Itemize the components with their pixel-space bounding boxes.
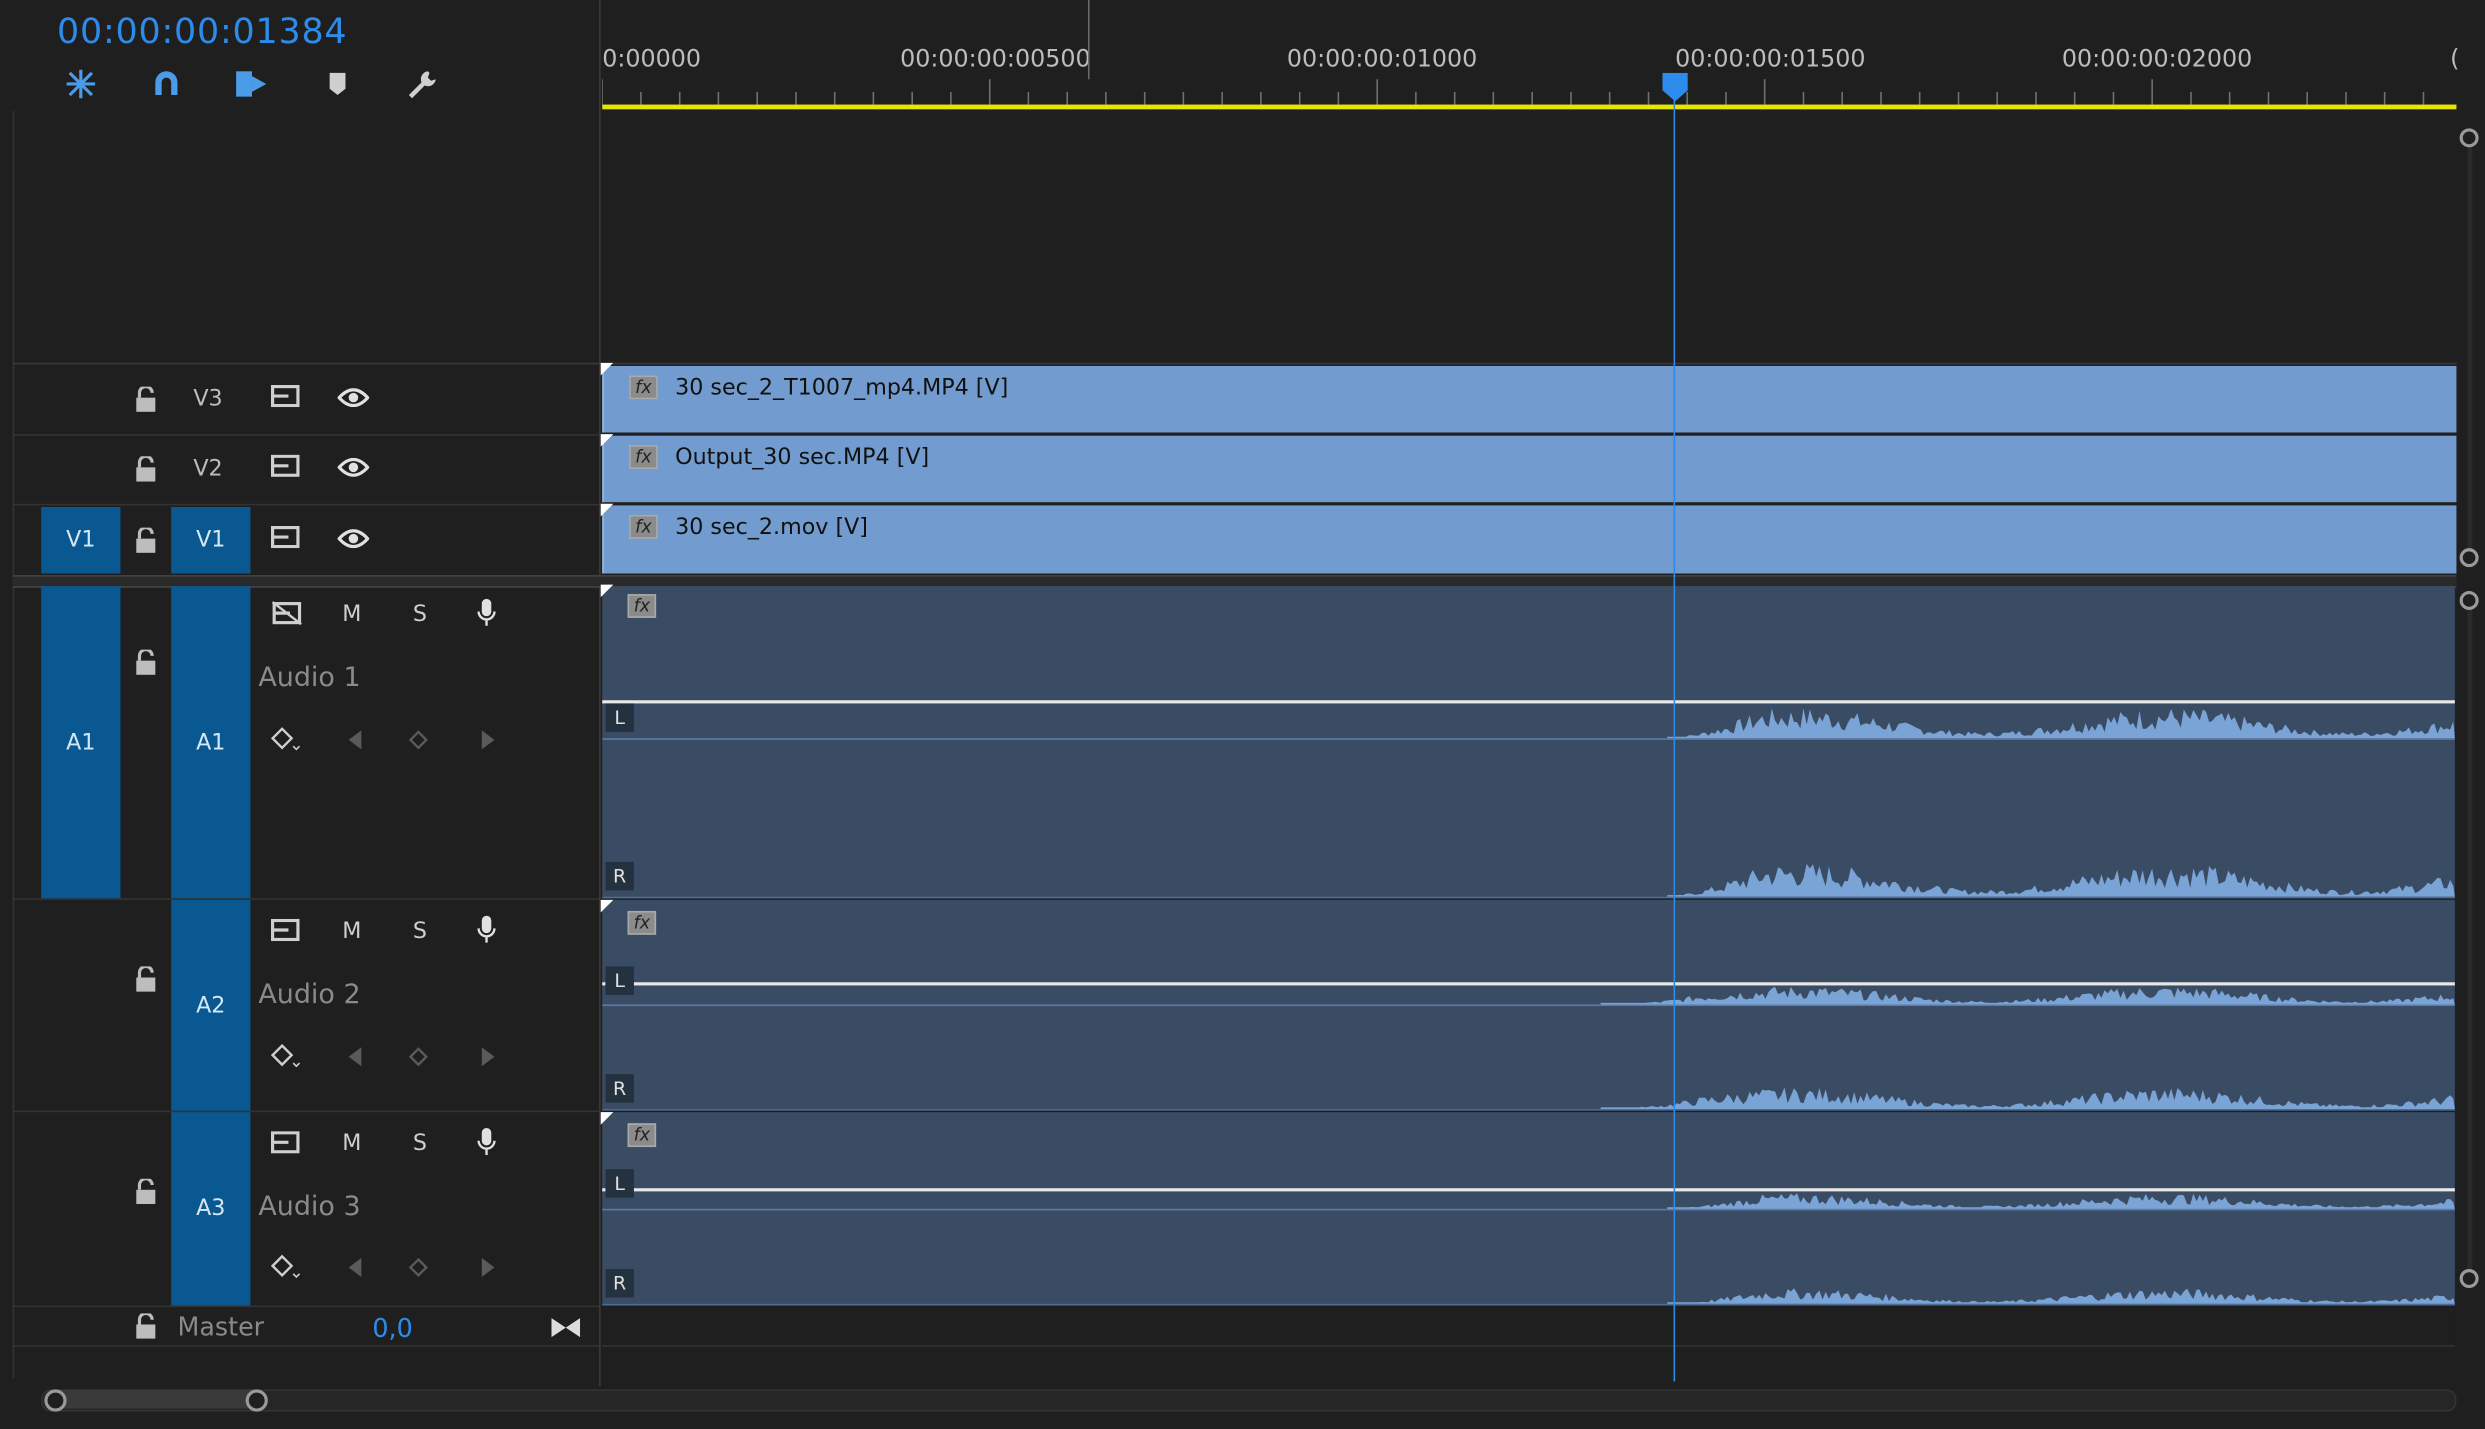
clip-name: 30 sec_2.mov [V]	[675, 514, 868, 541]
magnet-icon[interactable]	[143, 63, 191, 104]
source-patch-a1[interactable]: A1	[41, 586, 121, 899]
lock-icon[interactable]	[130, 646, 162, 678]
zoom-scroll-track[interactable]	[41, 1389, 2457, 1412]
audio-scroll-top-handle[interactable]	[2459, 590, 2479, 610]
zoom-scroll-thumb[interactable]	[53, 1389, 260, 1409]
marker-icon[interactable]	[314, 63, 362, 104]
timeline-toolbar	[57, 63, 447, 104]
track-name-a3[interactable]: Audio 3	[258, 1191, 360, 1223]
mute-button[interactable]: M	[336, 1128, 368, 1160]
video-clip-v2[interactable]: fx Output_30 sec.MP4 [V]	[602, 435, 2457, 503]
lock-icon[interactable]	[130, 383, 162, 415]
lock-icon[interactable]	[130, 453, 162, 485]
solo-button[interactable]: S	[404, 1128, 436, 1160]
track-header-a2: A2 M S Audio 2	[12, 899, 600, 1113]
eye-icon[interactable]	[336, 453, 371, 482]
fx-badge[interactable]: fx	[629, 445, 658, 469]
keyframe-toggle-icon[interactable]	[269, 1041, 304, 1073]
solo-button[interactable]: S	[404, 916, 436, 948]
waveform-a1	[1667, 708, 2455, 897]
playhead-line[interactable]	[1673, 95, 1676, 1382]
fx-badge[interactable]: fx	[629, 514, 658, 539]
solo-button[interactable]: S	[404, 599, 436, 631]
keyframe-toggle-icon[interactable]	[269, 1252, 304, 1284]
master-track-lane	[602, 1307, 2455, 1347]
playhead-timecode[interactable]: 00:00:00:01384	[57, 13, 347, 53]
microphone-icon[interactable]	[471, 1125, 503, 1160]
eye-icon[interactable]	[336, 524, 371, 553]
waveform-a2	[1600, 986, 2455, 1110]
track-header-v2: V2	[12, 436, 600, 506]
keyframe-toggle-icon[interactable]	[269, 724, 304, 756]
zoom-right-handle[interactable]	[245, 1389, 268, 1412]
ruler-ticks	[602, 0, 2425, 105]
snap-insert-icon[interactable]	[57, 63, 105, 104]
sync-lock-icon[interactable]	[269, 1126, 301, 1158]
audio-scroll-track[interactable]	[2467, 595, 2473, 1274]
sync-lock-off-icon[interactable]	[269, 597, 304, 629]
video-clip-v3[interactable]: fx 30 sec_2_T1007_mp4.MP4 [V]	[602, 365, 2457, 433]
master-label: Master	[177, 1311, 265, 1342]
source-patch-v1[interactable]: V1	[41, 506, 121, 574]
add-keyframe-icon[interactable]	[406, 724, 431, 756]
eye-icon[interactable]	[336, 383, 371, 412]
track-name-a1[interactable]: Audio 1	[258, 662, 360, 694]
prev-keyframe-icon[interactable]	[342, 1252, 367, 1284]
next-keyframe-icon[interactable]	[475, 1041, 500, 1073]
track-header-v3: V3	[12, 364, 600, 436]
waveform-a3	[1667, 1193, 2455, 1304]
track-target-v2[interactable]: V2	[193, 456, 222, 481]
prev-keyframe-icon[interactable]	[342, 1041, 367, 1073]
linked-selection-icon[interactable]	[228, 63, 276, 104]
track-header-a3: A3 M S Audio 3	[12, 1112, 600, 1308]
microphone-icon[interactable]	[471, 596, 503, 631]
wrench-icon[interactable]	[399, 63, 447, 104]
work-area-bar[interactable]	[602, 104, 2457, 110]
clip-name: 30 sec_2_T1007_mp4.MP4 [V]	[675, 375, 1009, 401]
track-target-a1[interactable]: A1	[171, 586, 251, 899]
mute-button[interactable]: M	[336, 916, 368, 948]
audio-clip-a1[interactable]: fx L R	[602, 586, 2455, 899]
microphone-icon[interactable]	[471, 913, 503, 948]
track-target-a2[interactable]: A2	[171, 899, 251, 1111]
track-name-a2[interactable]: Audio 2	[258, 979, 360, 1011]
track-header-a1: A1 A1 M S Audio 1	[12, 586, 600, 900]
horizontal-zoom-scrollbar[interactable]	[41, 1386, 2457, 1412]
track-target-a3[interactable]: A3	[171, 1112, 251, 1306]
track-header-v1: V1 V1	[13, 505, 599, 575]
master-track-header: Master 0,0	[12, 1307, 600, 1347]
next-keyframe-icon[interactable]	[475, 724, 500, 756]
clip-name: Output_30 sec.MP4 [V]	[675, 445, 930, 471]
video-scroll-track[interactable]	[2467, 133, 2473, 558]
video-scroll-top-handle[interactable]	[2459, 128, 2479, 148]
master-volume-value[interactable]: 0,0	[372, 1313, 412, 1343]
lock-icon[interactable]	[130, 963, 162, 995]
audio-clip-a2[interactable]: fx L R	[602, 899, 2455, 1111]
track-target-v1[interactable]: V1	[171, 506, 251, 574]
audio-scroll-bottom-handle[interactable]	[2459, 1269, 2479, 1289]
lock-icon[interactable]	[130, 1310, 162, 1342]
bowtie-icon[interactable]	[548, 1313, 583, 1342]
lock-icon[interactable]	[130, 1176, 162, 1208]
video-scroll-bottom-handle[interactable]	[2459, 548, 2479, 568]
sync-lock-icon[interactable]	[269, 450, 301, 482]
video-clip-v1[interactable]: fx 30 sec_2.mov [V]	[602, 505, 2457, 574]
prev-keyframe-icon[interactable]	[342, 724, 367, 756]
mute-button[interactable]: M	[336, 599, 368, 631]
timeline-panel: 00:00:00:01384 0:00000 00:00:00:00500 00…	[0, 0, 2485, 1429]
lock-icon[interactable]	[130, 524, 162, 556]
zoom-left-handle[interactable]	[44, 1389, 67, 1412]
fx-badge[interactable]: fx	[629, 375, 658, 400]
audio-clip-a3[interactable]: fx L R	[602, 1112, 2455, 1306]
next-keyframe-icon[interactable]	[475, 1252, 500, 1284]
sync-lock-icon[interactable]	[269, 914, 301, 946]
add-keyframe-icon[interactable]	[406, 1041, 431, 1073]
time-ruler[interactable]: 0:00000 00:00:00:00500 00:00:00:01000 00…	[602, 0, 2459, 114]
add-keyframe-icon[interactable]	[406, 1252, 431, 1284]
clip-start-markers	[600, 362, 614, 1125]
track-target-v3[interactable]: V3	[193, 387, 222, 412]
sync-lock-icon[interactable]	[269, 380, 301, 412]
sync-lock-icon[interactable]	[269, 521, 301, 553]
vertical-scrollbar[interactable]	[2456, 111, 2485, 1386]
